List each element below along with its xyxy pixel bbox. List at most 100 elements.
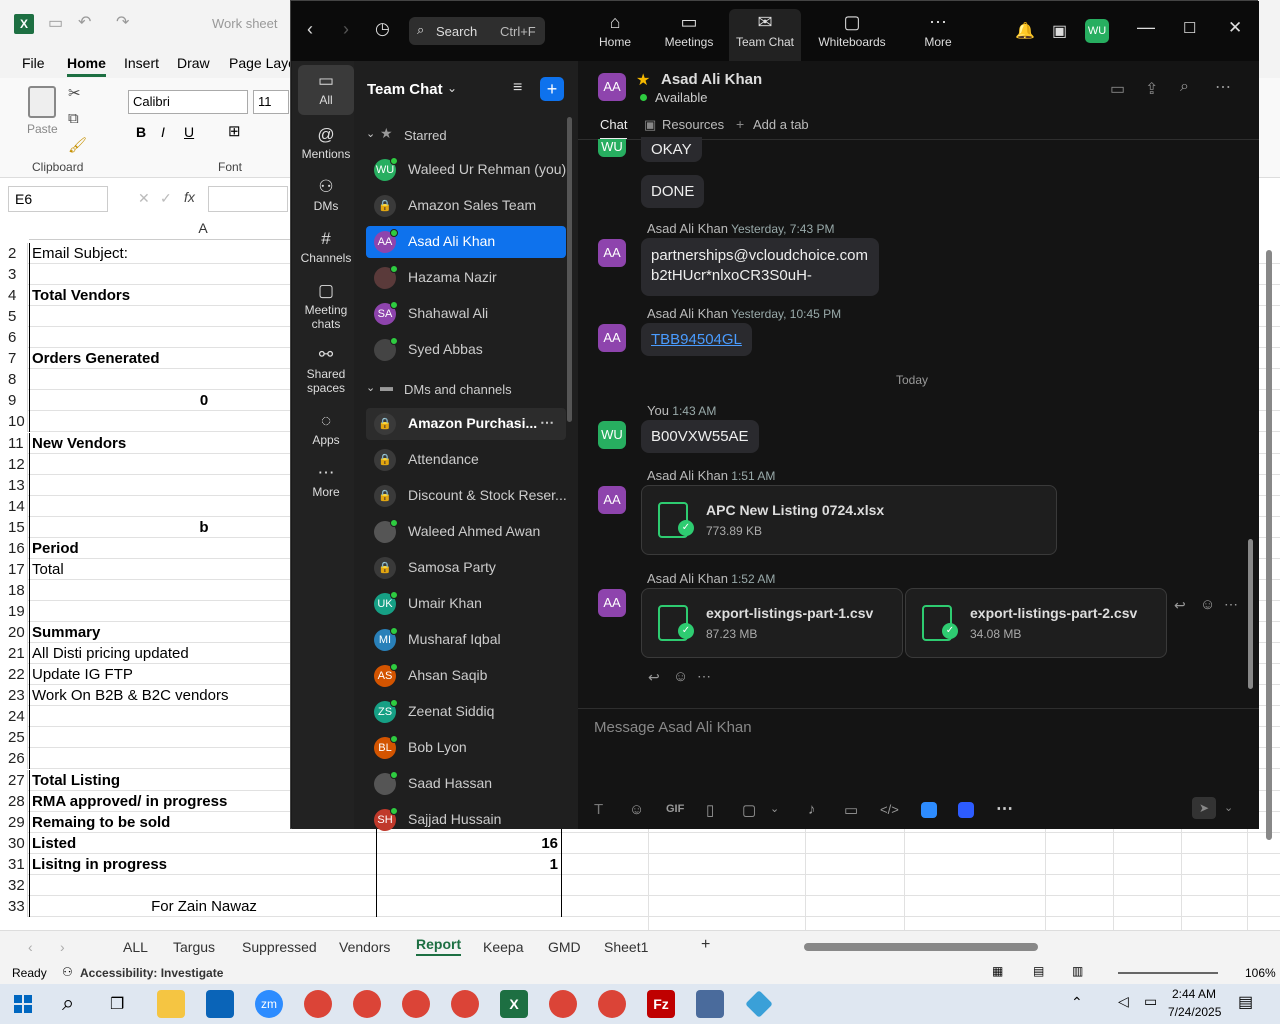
format-painter-icon[interactable]: 🖌 <box>68 136 87 154</box>
tab-home[interactable]: Home <box>67 55 106 77</box>
formula-input[interactable] <box>208 186 288 212</box>
avatar[interactable]: AA <box>598 73 626 101</box>
microphone-icon[interactable]: ♪ <box>808 801 816 818</box>
panel-title[interactable]: Team Chat <box>367 81 443 98</box>
filezilla-icon[interactable]: Fz <box>647 990 675 1018</box>
list-item[interactable]: 🔒 Amazon Purchasi... ⋯ <box>366 408 566 440</box>
paste-icon[interactable] <box>28 86 56 118</box>
row-number[interactable]: 21 <box>0 643 28 665</box>
new-chat-button[interactable]: + <box>540 77 564 101</box>
app-icon-2[interactable] <box>958 802 974 818</box>
clock-time[interactable]: 2:44 AM <box>1172 987 1216 1001</box>
nav-team-chat[interactable]: ✉ Team Chat <box>729 9 801 61</box>
undo-icon[interactable]: ↶ <box>78 12 91 32</box>
row-number[interactable]: 5 <box>0 306 28 328</box>
avatar[interactable]: AA <box>598 239 626 267</box>
close-icon[interactable]: ✕ <box>1228 18 1242 38</box>
nav-meetings[interactable]: ▭ Meetings <box>654 9 724 61</box>
file-explorer-icon[interactable] <box>157 990 185 1018</box>
attach-file-icon[interactable]: ▯ <box>706 801 714 819</box>
row-number[interactable]: 18 <box>0 579 28 601</box>
file-attachment[interactable]: ✓ APC New Listing 0724.xlsx 773.89 KB <box>641 485 1057 555</box>
cell-b[interactable] <box>377 895 562 917</box>
cell-a[interactable]: Lisitng in progress <box>29 853 377 875</box>
message-input[interactable]: Message Asad Ali Khan <box>578 709 1259 789</box>
sheet-next-icon[interactable]: › <box>60 939 65 955</box>
row-number[interactable]: 3 <box>0 264 28 286</box>
avatar[interactable]: AA <box>598 324 626 352</box>
list-item[interactable]: 🔒 Discount & Stock Reser... <box>366 480 567 512</box>
tab-draw[interactable]: Draw <box>177 55 210 71</box>
list-item[interactable]: UK Umair Khan <box>366 588 566 620</box>
font-name-select[interactable]: Calibri <box>128 90 248 114</box>
search-input[interactable]: ⌕ Search Ctrl+F <box>409 17 545 45</box>
sheet-tab-all[interactable]: ALL <box>123 939 148 955</box>
notifications-icon[interactable]: ▤ <box>1238 992 1253 1012</box>
list-item[interactable]: Saad Hassan <box>366 768 566 800</box>
name-box[interactable]: E6 <box>8 186 108 212</box>
nav-more[interactable]: ⋯ More <box>903 9 973 61</box>
row-number[interactable]: 10 <box>0 411 28 433</box>
cut-icon[interactable]: ✂ <box>68 84 81 102</box>
chrome-profile-6-icon[interactable] <box>598 990 626 1018</box>
row-number[interactable]: 4 <box>0 285 28 307</box>
send-icon[interactable]: ➤ <box>1192 797 1216 819</box>
zoom-app-icon[interactable]: zm <box>255 990 283 1018</box>
list-item[interactable]: AS Ahsan Saqib <box>366 660 566 692</box>
message-bubble[interactable]: DONE <box>641 175 705 208</box>
list-item[interactable]: Hazama Nazir <box>366 262 566 294</box>
filter-icon[interactable]: ≡ <box>513 79 522 97</box>
row-number[interactable]: 23 <box>0 685 28 707</box>
sheet-tab-vendors[interactable]: Vendors <box>339 939 390 955</box>
cell-a[interactable]: For Zain Nawaz <box>29 895 377 917</box>
conversation-title[interactable]: Asad Ali Khan <box>661 71 762 88</box>
task-view-icon[interactable]: ❐ <box>110 994 124 1014</box>
avatar[interactable]: WU <box>1085 19 1109 43</box>
chrome-profile-2-icon[interactable] <box>353 990 381 1018</box>
bell-icon[interactable]: 🔔 <box>1015 21 1035 41</box>
nav-home[interactable]: ⌂ Home <box>580 9 650 61</box>
cell-b[interactable] <box>377 874 562 896</box>
starred-section-label[interactable]: Starred <box>404 128 447 143</box>
row-number[interactable]: 26 <box>0 748 28 770</box>
chevron-down-icon[interactable]: ⌄ <box>770 802 779 815</box>
row-number[interactable]: 20 <box>0 622 28 644</box>
video-message-icon[interactable]: ▭ <box>844 801 858 819</box>
star-icon[interactable]: ★ <box>636 70 650 90</box>
row-number[interactable]: 28 <box>0 790 28 812</box>
more-options-icon[interactable]: ⋯ <box>1215 77 1231 97</box>
network-icon[interactable]: ▭ <box>1144 993 1157 1010</box>
zoom-slider[interactable] <box>1118 972 1218 974</box>
chevron-down-icon[interactable]: ⌄ <box>366 127 375 140</box>
nav-whiteboards[interactable]: ▢ Whiteboards <box>815 9 889 61</box>
dms-section-label[interactable]: DMs and channels <box>404 382 512 397</box>
cancel-icon[interactable]: ✕ <box>138 190 150 207</box>
row-number[interactable]: 13 <box>0 474 28 496</box>
nav-all[interactable]: ▭ All <box>298 65 354 115</box>
nav-shared-spaces[interactable]: ⚯ Shared spaces <box>298 345 354 395</box>
page-break-icon[interactable]: ▥ <box>1072 964 1083 978</box>
row-number[interactable]: 12 <box>0 453 28 475</box>
calendar-icon[interactable]: ▣ <box>1052 21 1067 41</box>
list-item[interactable]: Waleed Ahmed Awan <box>366 516 566 548</box>
status-accessibility[interactable]: Accessibility: Investigate <box>80 966 223 980</box>
row-number[interactable]: 7 <box>0 348 28 370</box>
tab-insert[interactable]: Insert <box>124 55 159 71</box>
list-item[interactable]: 🔒 Attendance <box>366 444 566 476</box>
save-icon[interactable]: ▭ <box>48 13 63 33</box>
horizontal-scrollbar[interactable] <box>804 943 1038 951</box>
video-off-icon[interactable]: ▭ <box>1110 79 1125 99</box>
row-number[interactable]: 15 <box>0 516 28 538</box>
nav-channels[interactable]: # Channels <box>298 229 354 265</box>
more-options-icon[interactable]: ⋯ <box>1224 596 1238 613</box>
row-number[interactable]: 29 <box>0 811 28 833</box>
list-item[interactable]: BL Bob Lyon <box>366 732 566 764</box>
sheet-tab-sheet1[interactable]: Sheet1 <box>604 939 648 955</box>
format-text-icon[interactable]: T <box>594 801 603 818</box>
bold-icon[interactable]: B <box>136 124 146 140</box>
screenshot-icon[interactable]: ▢ <box>742 801 756 819</box>
more-options-icon[interactable]: ⋯ <box>697 668 711 685</box>
row-number[interactable]: 33 <box>0 895 28 917</box>
search-icon[interactable]: ⌕ <box>1180 78 1189 96</box>
sheet-tab-targus[interactable]: Targus <box>173 939 215 955</box>
